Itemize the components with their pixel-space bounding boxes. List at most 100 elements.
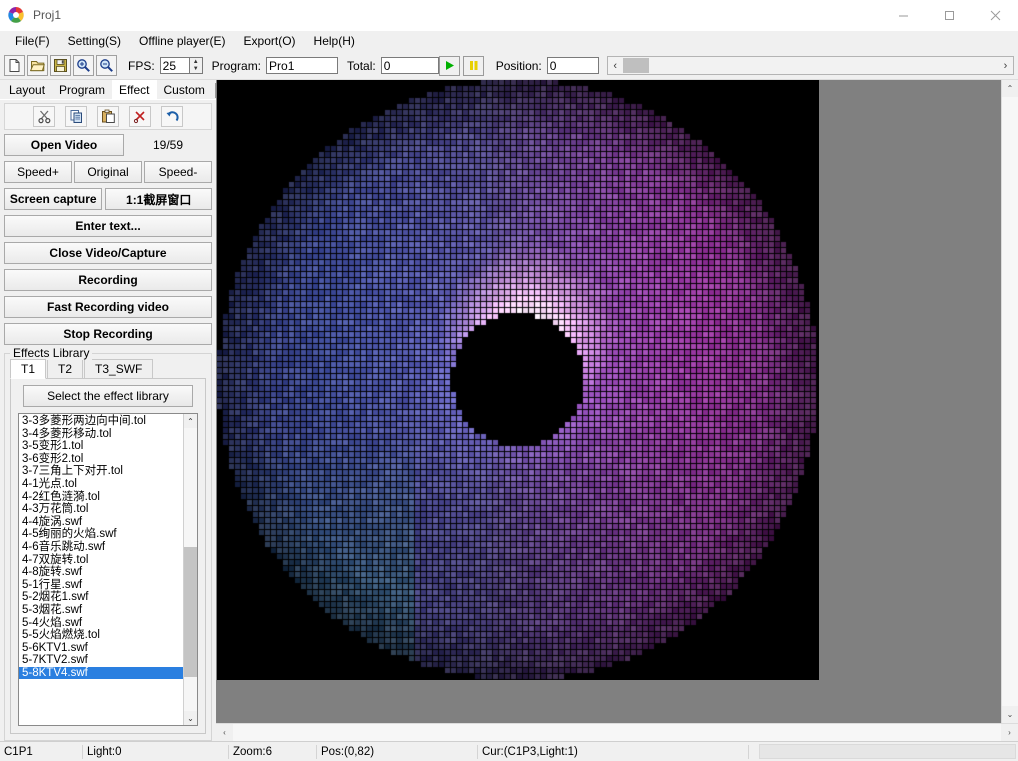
tab-program[interactable]: Program <box>52 81 113 99</box>
list-item[interactable]: 3-4多菱形移动.tol <box>19 428 183 441</box>
preview-scroll-down-icon[interactable]: ⌄ <box>1002 706 1018 723</box>
zoom-out-icon[interactable] <box>96 55 117 76</box>
list-item[interactable]: 3-7三角上下对开.tol <box>19 465 183 478</box>
timeline-scrollbar[interactable]: ‹ › <box>606 56 1014 75</box>
close-video-capture-button[interactable]: Close Video/Capture <box>4 242 212 264</box>
maximize-button[interactable] <box>926 0 972 30</box>
timeline-scroll-track[interactable] <box>649 57 998 74</box>
new-file-icon[interactable] <box>4 55 25 76</box>
effects-tab-t1[interactable]: T1 <box>10 359 47 379</box>
tab-custom[interactable]: Custom <box>156 81 212 99</box>
preview-scroll-up-icon[interactable]: ⌃ <box>1002 80 1018 97</box>
list-item[interactable]: 5-3烟花.swf <box>19 604 183 617</box>
position-input[interactable] <box>546 57 599 74</box>
led-preview-viewport[interactable] <box>216 80 1001 723</box>
effects-list-scroll-thumb[interactable] <box>184 546 197 678</box>
effects-tab-t2[interactable]: T2 <box>47 359 84 378</box>
list-item[interactable]: 5-1行星.swf <box>19 579 183 592</box>
open-video-button[interactable]: Open Video <box>4 134 124 156</box>
effects-library-pane: Select the effect library 3-3多菱形两边向中间.to… <box>10 379 206 734</box>
list-item[interactable]: 5-5火焰燃烧.tol <box>19 629 183 642</box>
fps-spinner-up[interactable]: ▲ <box>190 58 202 66</box>
list-item[interactable]: 4-2红色涟漪.tol <box>19 491 183 504</box>
select-effect-library-button[interactable]: Select the effect library <box>23 385 193 407</box>
menu-item-file[interactable]: File(F) <box>6 32 59 51</box>
capture-row: Screen capture 1:1截屏窗口 <box>4 188 212 210</box>
list-item[interactable]: 4-6音乐跳动.swf <box>19 541 183 554</box>
speed-plus-button[interactable]: Speed+ <box>4 161 72 183</box>
position-label: Position: <box>495 58 542 73</box>
timeline-scroll-left-icon[interactable]: ‹ <box>608 60 623 72</box>
zoom-in-icon[interactable] <box>73 55 94 76</box>
list-item[interactable]: 5-6KTV1.swf <box>19 642 183 655</box>
list-item[interactable]: 3-5变形1.tol <box>19 440 183 453</box>
list-item[interactable]: 4-4旋涡.swf <box>19 516 183 529</box>
delete-icon[interactable] <box>129 106 151 127</box>
effects-list-scrollbar[interactable]: ⌃ ⌄ <box>183 414 197 725</box>
tab-effect[interactable]: Effect <box>112 80 157 99</box>
effects-tab-t3swf[interactable]: T3_SWF <box>84 359 154 378</box>
enter-text-button[interactable]: Enter text... <box>4 215 212 237</box>
original-speed-button[interactable]: Original <box>74 161 142 183</box>
list-item[interactable]: 4-5绚丽的火焰.swf <box>19 528 183 541</box>
timeline-scroll-thumb[interactable] <box>622 58 649 73</box>
recording-button[interactable]: Recording <box>4 269 212 291</box>
tab-layout[interactable]: Layout <box>2 81 53 99</box>
list-item[interactable]: 5-8KTV4.swf <box>19 666 183 680</box>
undo-icon[interactable] <box>161 106 183 127</box>
pause-icon[interactable] <box>462 55 484 76</box>
list-item[interactable]: 4-8旋转.swf <box>19 566 183 579</box>
speed-minus-button[interactable]: Speed- <box>144 161 212 183</box>
effects-list-scroll-track[interactable] <box>184 428 197 711</box>
play-icon[interactable] <box>438 55 460 76</box>
effects-library-title: Effects Library <box>10 346 93 360</box>
effects-library-group: Effects Library T1 T2 T3_SWF Select the … <box>4 346 212 741</box>
cut-icon[interactable] <box>33 106 55 127</box>
preview-vertical-scroll-track[interactable] <box>1002 97 1018 706</box>
program-input[interactable] <box>266 57 339 74</box>
minimize-button[interactable] <box>880 0 926 30</box>
list-item[interactable]: 5-7KTV2.swf <box>19 654 183 667</box>
open-video-row: Open Video 19/59 <box>4 134 212 156</box>
capture-window-button[interactable]: 1:1截屏窗口 <box>105 188 212 210</box>
close-button[interactable] <box>972 0 1018 30</box>
fps-input[interactable] <box>159 57 190 74</box>
stop-recording-button[interactable]: Stop Recording <box>4 323 212 345</box>
menu-item-help[interactable]: Help(H) <box>305 32 364 51</box>
menu-item-export[interactable]: Export(O) <box>235 32 305 51</box>
status-cabinet: C1P1 <box>4 745 33 758</box>
list-item[interactable]: 3-3多菱形两边向中间.tol <box>19 415 183 428</box>
fps-spinner-down[interactable]: ▼ <box>190 66 202 74</box>
paste-icon[interactable] <box>97 106 119 127</box>
preview-horizontal-scrollbar[interactable]: ‹ › <box>216 723 1018 741</box>
total-input[interactable] <box>380 57 439 74</box>
status-cursor: Cur:(C1P3,Light:1) <box>482 745 578 758</box>
fast-recording-video-button[interactable]: Fast Recording video <box>4 296 212 318</box>
list-item[interactable]: 5-4火焰.swf <box>19 617 183 630</box>
open-file-icon[interactable] <box>27 55 48 76</box>
list-item[interactable]: 4-3万花筒.tol <box>19 503 183 516</box>
menu-item-setting[interactable]: Setting(S) <box>59 32 130 51</box>
preview-area: ⌃ ⌄ ‹ › <box>216 80 1018 741</box>
list-item[interactable]: 5-2烟花1.swf <box>19 591 183 604</box>
list-item[interactable]: 3-6变形2.tol <box>19 453 183 466</box>
window-title: Proj1 <box>33 8 62 22</box>
screen-capture-button[interactable]: Screen capture <box>4 188 103 210</box>
effects-list-scroll-up-icon[interactable]: ⌃ <box>184 414 197 428</box>
led-preview-canvas[interactable] <box>217 80 819 680</box>
effects-list-scroll-down-icon[interactable]: ⌄ <box>184 711 197 725</box>
timeline-scroll-right-icon[interactable]: › <box>998 60 1013 72</box>
preview-canvas-row: ⌃ ⌄ <box>216 80 1018 723</box>
menu-item-offline-player[interactable]: Offline player(E) <box>130 32 234 51</box>
effects-list[interactable]: 3-3多菱形两边向中间.tol 3-4多菱形移动.tol 3-5变形1.tol 3-6… <box>19 414 183 725</box>
preview-scroll-left-icon[interactable]: ‹ <box>216 724 233 741</box>
preview-vertical-scrollbar[interactable]: ⌃ ⌄ <box>1001 80 1018 723</box>
effect-panel-content: Open Video 19/59 Speed+ Original Speed- … <box>0 100 216 741</box>
save-file-icon[interactable] <box>50 55 71 76</box>
preview-horizontal-scroll-track[interactable] <box>233 724 1001 741</box>
list-item[interactable]: 4-7双旋转.tol <box>19 554 183 567</box>
list-item[interactable]: 4-1光点.tol <box>19 478 183 491</box>
preview-scroll-right-icon[interactable]: › <box>1001 724 1018 741</box>
fps-spinner[interactable]: ▲ ▼ <box>189 57 203 74</box>
copy-icon[interactable] <box>65 106 87 127</box>
